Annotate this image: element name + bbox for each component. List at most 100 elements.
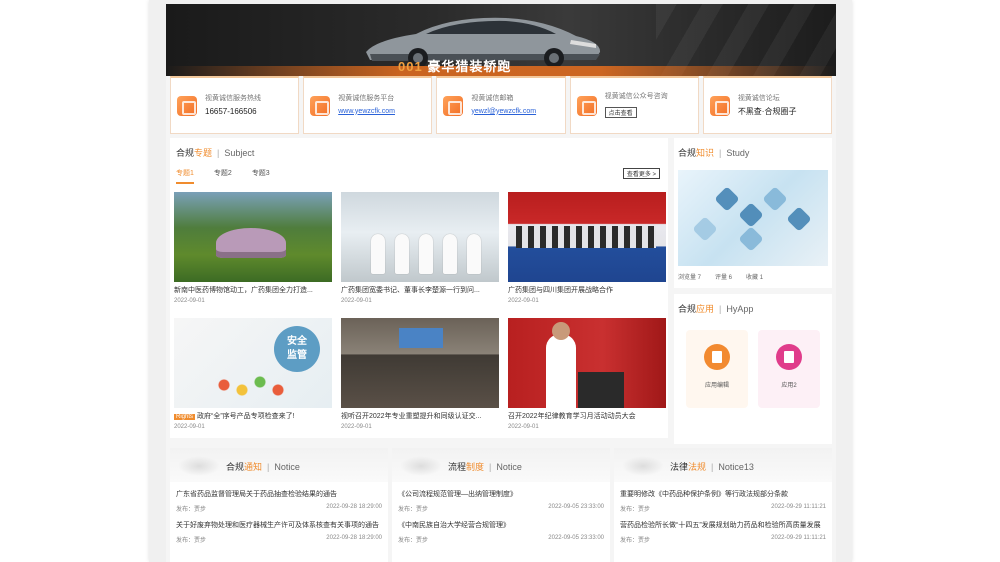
list-item[interactable]: 《中南民族自治大学经营合规管理》 发布：贾步 2022-09-05 23:33:0… xyxy=(392,521,610,544)
tab-subject-2[interactable]: 专题2 xyxy=(214,168,232,184)
platform-card[interactable]: 视黄诚信服务平台 www.yewzcfk.com xyxy=(303,76,433,134)
item-caption: 视听召开2022年专业重塑提升和同级认证交... xyxy=(341,413,482,420)
notice-title: 营药品检验所长做“十四五”发展规划助力药品和检验所高质量发展 xyxy=(620,522,821,529)
platform-link[interactable]: www.yewzcfk.com xyxy=(338,106,395,118)
list-item[interactable]: 安全 监管 Rights 政府“全”序号产品专项检查来了! 2022-09-01 xyxy=(174,318,332,438)
notice-author: 发布：贾步 xyxy=(620,538,651,544)
section-title: 合规应用 | HyApp xyxy=(678,302,753,315)
email-link[interactable]: yewzl@yewzcfk.com xyxy=(471,106,536,118)
web-icon xyxy=(310,95,331,116)
list-item[interactable]: 关于好废弃物处理和医疗器械生产许可及体系核查有关事项的通告 发布：贾步 2022-… xyxy=(170,521,388,544)
thumbnail-image xyxy=(341,192,499,282)
compliance-notice-panel: 合规通知 | Notice 广东省药品监督管理局关于药品抽查检验结果的通告 发布：贾… xyxy=(170,448,388,562)
title-english: HyApp xyxy=(726,304,754,314)
item-date: 2022-09-01 xyxy=(508,424,539,430)
notice-header: 法律法规 | Notice13 xyxy=(614,448,832,482)
item-caption-text: 政府“全”序号产品专项检查来了! xyxy=(197,413,295,420)
title-english: Notice xyxy=(496,462,522,472)
title-english: Notice xyxy=(274,462,300,472)
title-english: Notice13 xyxy=(718,462,754,472)
card-label: 视黄诚信公众号咨询 xyxy=(604,92,668,100)
notice-header: 流程制度 | Notice xyxy=(392,448,610,482)
notice-author: 发布：贾步 xyxy=(398,538,429,544)
notice-header: 合规通知 | Notice xyxy=(170,448,388,482)
notice-author: 发布：贾步 xyxy=(176,538,207,544)
card-label: 视黄诚信论坛 xyxy=(737,94,780,102)
card-value: 16657-166506 xyxy=(205,106,257,116)
notice-title: 重要明修改《中药品种保护条例》等行政法规部分条款 xyxy=(620,491,788,498)
thumbnail-image xyxy=(341,318,499,408)
title-highlight: 专题 xyxy=(194,148,213,158)
study-panel: 合规知识 | Study 浏览量 7 评量 6 收藏 1 xyxy=(674,138,832,288)
app-tile-edit[interactable]: 应用编辑 xyxy=(686,330,748,408)
card-label: 视黄诚信邮箱 xyxy=(471,94,514,102)
rights-badge: Rights xyxy=(174,414,196,420)
item-caption: 召开2022年纪律教育学习月活动动员大会 xyxy=(508,413,636,420)
view-more-button[interactable]: 查看更多 > xyxy=(622,168,660,179)
title-separator: | xyxy=(267,462,270,472)
banner-headline: 001 豪华猎装轿跑 xyxy=(398,56,511,75)
title-prefix: 合规 xyxy=(176,148,195,158)
wechat-card[interactable]: 视黄诚信公众号咨询 点击查看 xyxy=(569,76,699,134)
notice-time: 2022-09-28 18:29:00 xyxy=(326,535,382,541)
doc-app-icon xyxy=(776,344,802,370)
hotline-card[interactable]: 视黄诚信服务热线 16657-166506 xyxy=(170,76,300,134)
forum-card[interactable]: 视黄诚信论坛 不黑查·合规圈子 xyxy=(702,76,833,134)
list-item[interactable]: 召开2022年纪律教育学习月活动动员大会 2022-09-01 xyxy=(508,318,666,438)
item-date: 2022-09-01 xyxy=(174,424,205,430)
title-highlight: 知识 xyxy=(696,148,715,158)
banner-slogan: 豪华猎装轿跑 xyxy=(427,59,512,74)
list-item[interactable]: 广药集团与四川集团开展战略合作 2022-09-01 xyxy=(508,192,666,312)
favorite-count: 收藏 1 xyxy=(746,275,764,281)
comment-count: 评量 6 xyxy=(715,275,733,281)
edit-app-icon xyxy=(704,344,730,370)
notice-title: 关于好废弃物处理和医疗器械生产许可及体系核查有关事项的通告 xyxy=(176,522,379,529)
wechat-icon xyxy=(576,95,597,116)
title-highlight: 应用 xyxy=(696,304,715,314)
card-value: 不黑查·合规圈子 xyxy=(737,106,797,116)
header-decoration xyxy=(178,456,220,476)
notice-author: 发布：贾步 xyxy=(398,507,429,513)
title-separator: | xyxy=(217,148,220,158)
section-title: 合规通知 | Notice xyxy=(226,460,300,473)
section-title: 合规专题 | Subject xyxy=(176,146,254,159)
law-notice-panel: 法律法规 | Notice13 重要明修改《中药品种保护条例》等行政法规部分条款 发… xyxy=(614,448,832,562)
notice-author: 发布：贾步 xyxy=(176,507,207,513)
thumbnail-image xyxy=(508,318,666,408)
thumbnail-image xyxy=(508,192,666,282)
item-caption: 新南中医药博物馆动工，广药集团全力打造... xyxy=(174,287,313,294)
list-item[interactable]: 营药品检验所长做“十四五”发展规划助力药品和检验所高质量发展 发布：贾步 2022… xyxy=(614,521,832,544)
tab-subject-1[interactable]: 专题1 xyxy=(176,168,194,184)
banner-model-number: 001 xyxy=(398,59,423,74)
title-prefix: 合规 xyxy=(678,148,697,158)
section-title: 合规知识 | Study xyxy=(678,146,749,159)
study-image[interactable] xyxy=(678,170,828,266)
list-item[interactable]: 重要明修改《中药品种保护条例》等行政法规部分条款 发布：贾步 2022-09-29… xyxy=(614,490,832,513)
list-item[interactable]: 广药集团宽委书记、董事长李楚源一行到问... 2022-09-01 xyxy=(341,192,499,312)
thumbnail-image: 安全 监管 xyxy=(174,318,332,408)
title-separator: | xyxy=(489,462,492,472)
mail-icon xyxy=(443,95,464,116)
notice-time: 2022-09-05 23:33:00 xyxy=(548,504,604,510)
notice-time: 2022-09-28 18:29:00 xyxy=(326,504,382,510)
app-tile-2[interactable]: 应用2 xyxy=(758,330,820,408)
list-item[interactable]: 广东省药品监督管理局关于药品抽查检验结果的通告 发布：贾步 2022-09-28 … xyxy=(170,490,388,513)
header-decoration xyxy=(622,456,664,476)
item-caption: 广药集团与四川集团开展战略合作 xyxy=(508,287,613,294)
title-separator: | xyxy=(719,148,722,158)
subject-grid: 新南中医药博物馆动工，广药集团全力打造... 2022-09-01 广药集团宽委… xyxy=(174,192,666,438)
hero-banner[interactable]: 001 豪华猎装轿跑 xyxy=(166,4,836,76)
title-separator: | xyxy=(711,462,714,472)
title-prefix: 法律 xyxy=(670,462,689,472)
title-highlight: 制度 xyxy=(466,462,485,472)
title-english: Subject xyxy=(224,148,255,158)
view-qr-button[interactable]: 点击查看 xyxy=(604,106,637,118)
portal-content: 001 豪华猎装轿跑 视黄诚信服务热线 16657-166506 视黄诚信服务平… xyxy=(166,4,836,562)
email-card[interactable]: 视黄诚信邮箱 yewzl@yewzcfk.com xyxy=(436,76,566,134)
list-item[interactable]: 新南中医药博物馆动工，广药集团全力打造... 2022-09-01 xyxy=(174,192,332,312)
title-highlight: 通知 xyxy=(244,462,263,472)
list-item[interactable]: 《公司流程规范管理—出纳管理制度》 发布：贾步 2022-09-05 23:33:… xyxy=(392,490,610,513)
app-label: 应用2 xyxy=(781,383,797,389)
list-item[interactable]: 视听召开2022年专业重塑提升和同级认证交... 2022-09-01 xyxy=(341,318,499,438)
tab-subject-3[interactable]: 专题3 xyxy=(252,168,270,184)
